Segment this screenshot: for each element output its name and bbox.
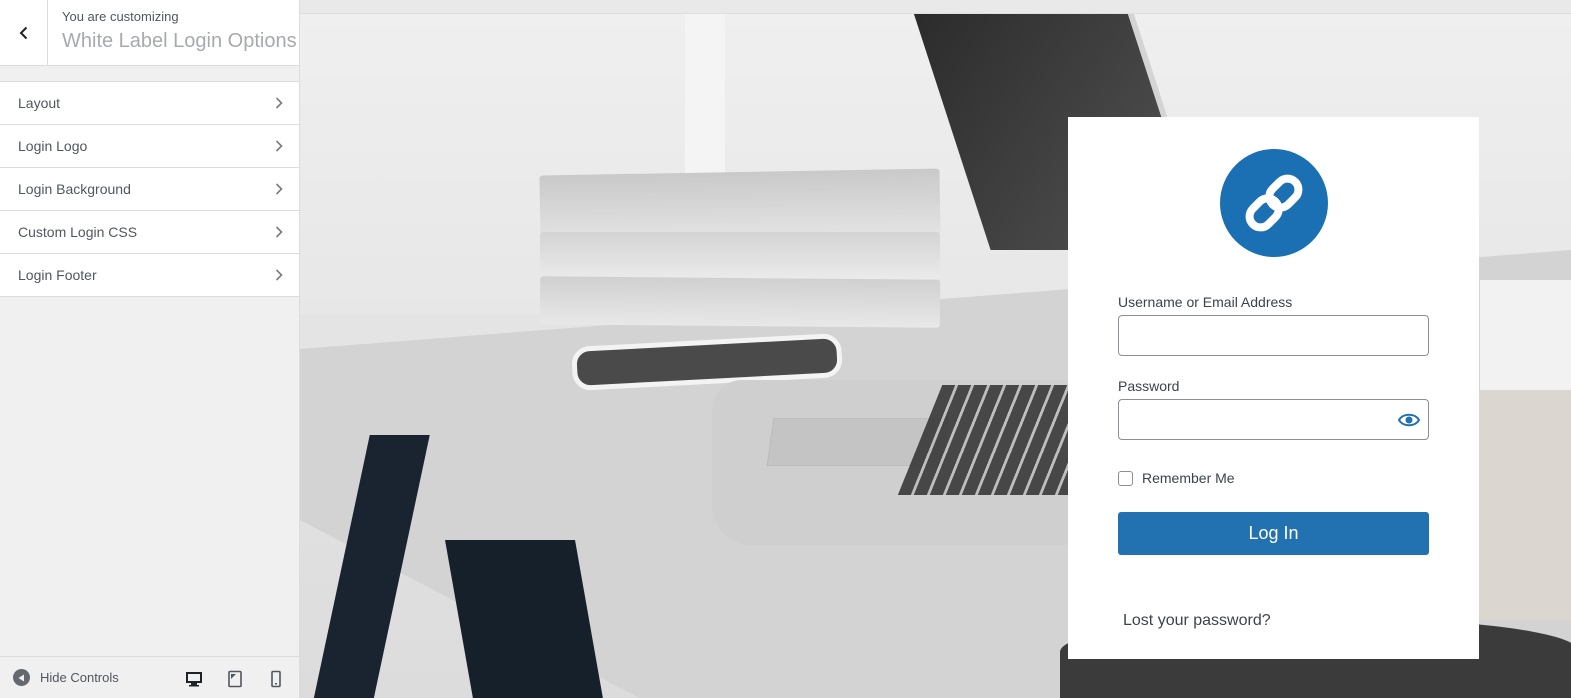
chevron-right-icon: [275, 226, 283, 238]
back-button[interactable]: [0, 0, 48, 65]
collapse-left-icon: [13, 669, 30, 686]
section-login-background[interactable]: Login Background: [0, 168, 299, 211]
username-label: Username or Email Address: [1118, 294, 1293, 310]
username-input[interactable]: [1118, 315, 1429, 356]
section-login-logo[interactable]: Login Logo: [0, 125, 299, 168]
hide-controls-button[interactable]: Hide Controls: [13, 669, 119, 686]
mobile-icon[interactable]: [267, 670, 285, 688]
eye-icon[interactable]: [1398, 410, 1420, 430]
section-label: Login Logo: [18, 138, 88, 154]
log-in-button[interactable]: Log In: [1118, 512, 1429, 555]
tablet-icon[interactable]: [226, 670, 244, 688]
remember-me-label[interactable]: Remember Me: [1142, 470, 1235, 486]
customizer-footer: Hide Controls: [0, 656, 299, 698]
panel-title: White Label Login Options: [62, 30, 297, 52]
chevron-right-icon: [275, 183, 283, 195]
customizer-sidebar: You are customizing White Label Login Op…: [0, 0, 300, 698]
section-label: Login Background: [18, 181, 131, 197]
chevron-right-icon: [275, 140, 283, 152]
link-icon: [1245, 174, 1303, 232]
section-custom-login-css[interactable]: Custom Login CSS: [0, 211, 299, 254]
section-label: Login Footer: [18, 267, 97, 283]
remember-me: Remember Me: [1118, 470, 1235, 486]
chevron-left-icon: [19, 26, 27, 39]
login-form: Username or Email Address Password Remem…: [1068, 117, 1479, 659]
section-list: Layout Login Logo Login Background Custo…: [0, 81, 299, 297]
section-label: Custom Login CSS: [18, 224, 138, 240]
section-layout[interactable]: Layout: [0, 82, 299, 125]
login-logo[interactable]: [1220, 149, 1328, 257]
desktop-icon[interactable]: [185, 670, 203, 688]
device-switcher: [185, 670, 285, 688]
remember-me-checkbox[interactable]: [1118, 470, 1133, 486]
lost-password-link[interactable]: Lost your password?: [1123, 612, 1271, 630]
password-label: Password: [1118, 378, 1180, 394]
password-input[interactable]: [1118, 399, 1429, 440]
chevron-right-icon: [275, 269, 283, 281]
hide-controls-label: Hide Controls: [40, 670, 119, 685]
section-label: Layout: [18, 95, 61, 111]
customizing-label: You are customizing: [62, 9, 179, 24]
chevron-right-icon: [275, 97, 283, 109]
section-login-footer[interactable]: Login Footer: [0, 254, 299, 297]
customizer-header: You are customizing White Label Login Op…: [0, 0, 299, 66]
